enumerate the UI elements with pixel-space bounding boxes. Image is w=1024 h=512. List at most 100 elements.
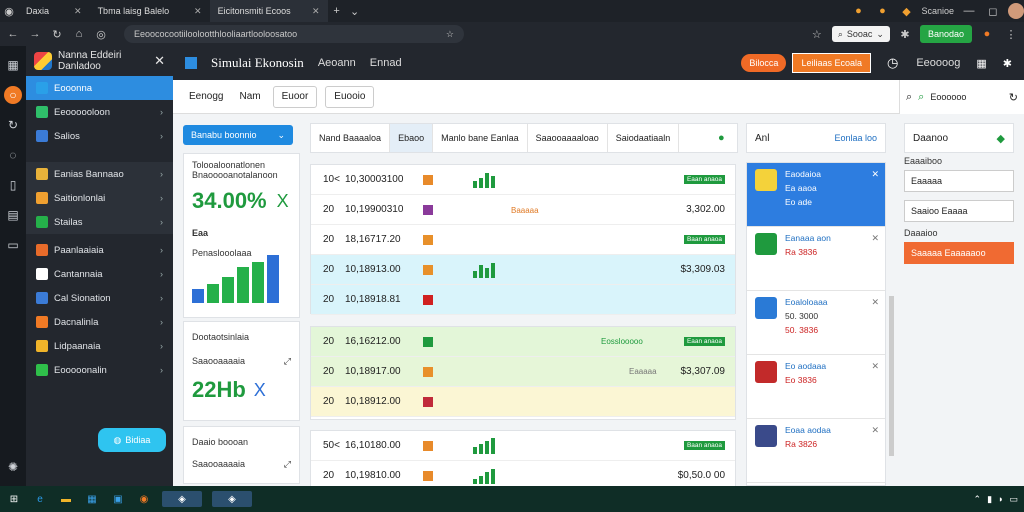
table-row[interactable]: 20 16,16212.00 Eaan anaoa <box>311 327 735 357</box>
home-icon[interactable]: ○ <box>4 86 22 104</box>
minimize-icon[interactable]: — <box>960 2 978 20</box>
new-tab-icon[interactable]: + <box>328 2 346 20</box>
table-row[interactable]: 20 10,18913.00 $3,309.03 <box>311 255 735 285</box>
start-icon[interactable]: ⊞ <box>6 491 22 507</box>
book-icon[interactable]: ▯ <box>4 176 22 194</box>
close-icon[interactable]: ✕ <box>871 169 879 180</box>
monitor-icon[interactable]: ▭ <box>4 236 22 254</box>
table-row[interactable]: 10< 10,30003100 Eaan anaoa <box>311 165 735 195</box>
tools-icon[interactable]: ✱ <box>1003 57 1012 70</box>
star-icon[interactable]: ☆ <box>446 29 454 40</box>
feed-item[interactable]: Eaodaioa Ea aaoa Eo ade ✕ <box>747 163 885 227</box>
feed-item[interactable]: Eoaloloaaa 50. 3000 50. 3836 ✕ <box>747 291 885 355</box>
table-row[interactable]: 50< 16,10180.00 Baan anaoa <box>311 431 735 461</box>
table-tab[interactable]: Nand Baaaaloa <box>311 124 391 152</box>
browser-tab-active[interactable]: Eicitonsmiti Ecoos ✕ <box>209 0 328 22</box>
reload-icon[interactable]: ↻ <box>48 25 66 43</box>
table-row[interactable]: 20 10,18918.81 <box>311 285 735 315</box>
close-icon[interactable]: X <box>254 380 266 401</box>
table-row[interactable]: 20 18,16717.20 Baan anaoa <box>311 225 735 255</box>
header-user-label[interactable]: Eeoooog <box>916 57 960 69</box>
table-row[interactable]: 20 10,18912.00 <box>311 387 735 417</box>
close-icon[interactable]: ✕ <box>871 233 879 244</box>
back-icon[interactable]: ← <box>4 25 22 43</box>
folder-icon[interactable]: ▬ <box>58 491 74 507</box>
header-link[interactable]: Ennad <box>370 57 402 69</box>
feed-item[interactable]: Eo aodaaa Eo 3836 ✕ <box>747 355 885 419</box>
close-icon[interactable]: ✕ <box>871 425 879 436</box>
table-tab[interactable]: Saiodaatiaaln <box>608 124 680 152</box>
shield-icon[interactable]: ◎ <box>92 25 110 43</box>
refresh-icon[interactable]: ↻ <box>4 116 22 134</box>
submit-button[interactable]: Saaaaa Eaaaaaoo <box>904 242 1014 264</box>
account-label[interactable]: Scanioe <box>921 6 954 16</box>
sidebar-item[interactable]: Lidpaanaia › <box>26 334 173 358</box>
sidebar-item[interactable]: Eanias Bannaao › <box>26 162 173 186</box>
text-field[interactable]: Eaaaaa <box>904 170 1014 192</box>
grid-icon[interactable]: ▦ <box>976 57 986 70</box>
grid-icon[interactable]: ▦ <box>4 56 22 74</box>
expand-icon[interactable]: ⤢ <box>284 459 291 470</box>
sidebar-item[interactable]: Eooooonalin › <box>26 358 173 382</box>
home-icon[interactable]: ⌂ <box>70 25 88 43</box>
header-action-button[interactable]: Leiliaas Ecoala <box>792 53 871 73</box>
scrollbar[interactable] <box>889 296 894 456</box>
volume-icon[interactable]: ◗ <box>998 494 1003 504</box>
alert-icon[interactable]: ● <box>849 2 867 20</box>
close-icon[interactable]: X <box>277 191 289 212</box>
url-bar[interactable]: Eeoococootiiloolootthlooliaartlooloosato… <box>124 25 464 43</box>
expand-icon[interactable]: ⤢ <box>284 356 291 367</box>
forward-icon[interactable]: → <box>26 25 44 43</box>
search-icon[interactable]: ⌕ <box>918 91 924 104</box>
notification-icon[interactable]: ▭ <box>1009 494 1018 505</box>
toolbar-button[interactable]: Euoor <box>272 85 318 108</box>
clock-icon[interactable]: ◷ <box>887 55 898 71</box>
table-row[interactable]: 20 10,18917.00 $3,307.09 <box>311 357 735 387</box>
search-box[interactable]: ⌕ Sooac ⌄ <box>831 26 890 42</box>
browser-icon[interactable]: e <box>32 491 48 507</box>
settings-icon[interactable]: ✺ <box>4 458 22 476</box>
profile-icon[interactable]: ● <box>978 25 996 43</box>
sidebar-item[interactable]: Paanlaaiaia › <box>26 238 173 262</box>
sidebar-item[interactable]: Dacnalinla › <box>26 310 173 334</box>
browser-tab[interactable]: Tbma laisg Balelo ✕ <box>90 0 210 22</box>
tab-menu-icon[interactable]: ⌄ <box>346 2 364 20</box>
toolbar-button[interactable]: Euooio <box>325 85 375 108</box>
active-app-icon[interactable]: ◈ <box>212 491 252 507</box>
extension-icon[interactable]: ✱ <box>896 25 914 43</box>
tray-up-icon[interactable]: ⌃ <box>974 494 982 505</box>
toolbar-link[interactable]: Nam <box>235 91 264 102</box>
active-app-icon[interactable]: ◈ <box>162 491 202 507</box>
sidebar-action-button[interactable]: ◍ Bidiaa <box>98 428 166 452</box>
header-link[interactable]: Aeoann <box>318 57 356 69</box>
sidebar-item[interactable]: Stailas › <box>26 210 173 234</box>
search-panel-label[interactable]: Eoooooo <box>930 92 966 102</box>
media-icon[interactable]: ◉ <box>136 491 152 507</box>
table-tab[interactable]: Saaooaaaaloao <box>528 124 608 152</box>
sidebar-item[interactable]: Cantannaia › <box>26 262 173 286</box>
sidebar-item[interactable]: Eeoooooloon › <box>26 100 173 124</box>
chat-icon[interactable]: ◌ <box>4 146 22 164</box>
maximize-icon[interactable]: ◻ <box>984 2 1002 20</box>
text-field[interactable]: Saaioo Eaaaa <box>904 200 1014 222</box>
search-icon[interactable]: ⌕ <box>906 91 912 104</box>
close-icon[interactable]: ✕ <box>194 6 202 17</box>
table-tab[interactable]: Manlo bane Eanlaa <box>433 124 528 152</box>
refresh-icon[interactable]: ↻ <box>1009 91 1018 104</box>
close-icon[interactable]: ✕ <box>871 361 879 372</box>
table-tab[interactable]: Ebaoo <box>390 124 434 152</box>
shield-icon[interactable]: ◆ <box>897 2 915 20</box>
photos-icon[interactable]: ▣ <box>110 491 126 507</box>
status-badge[interactable]: Bilocca <box>741 54 787 72</box>
store-icon[interactable]: ▦ <box>84 491 100 507</box>
network-icon[interactable]: ▮ <box>987 494 992 505</box>
avatar[interactable] <box>1008 3 1024 19</box>
toolbar-link[interactable]: Eenogg <box>185 91 227 102</box>
more-menu-icon[interactable]: ⋮ <box>1002 25 1020 43</box>
sidebar-item[interactable]: Eooonna <box>26 76 173 100</box>
close-icon[interactable]: ✕ <box>312 6 320 17</box>
close-icon[interactable]: ✕ <box>154 53 165 69</box>
feed-item[interactable]: Eoaa aodaa Ra 3826 ✕ <box>747 419 885 483</box>
close-icon[interactable]: ✕ <box>74 6 82 17</box>
browser-tab[interactable]: Daxia ✕ <box>18 0 90 22</box>
